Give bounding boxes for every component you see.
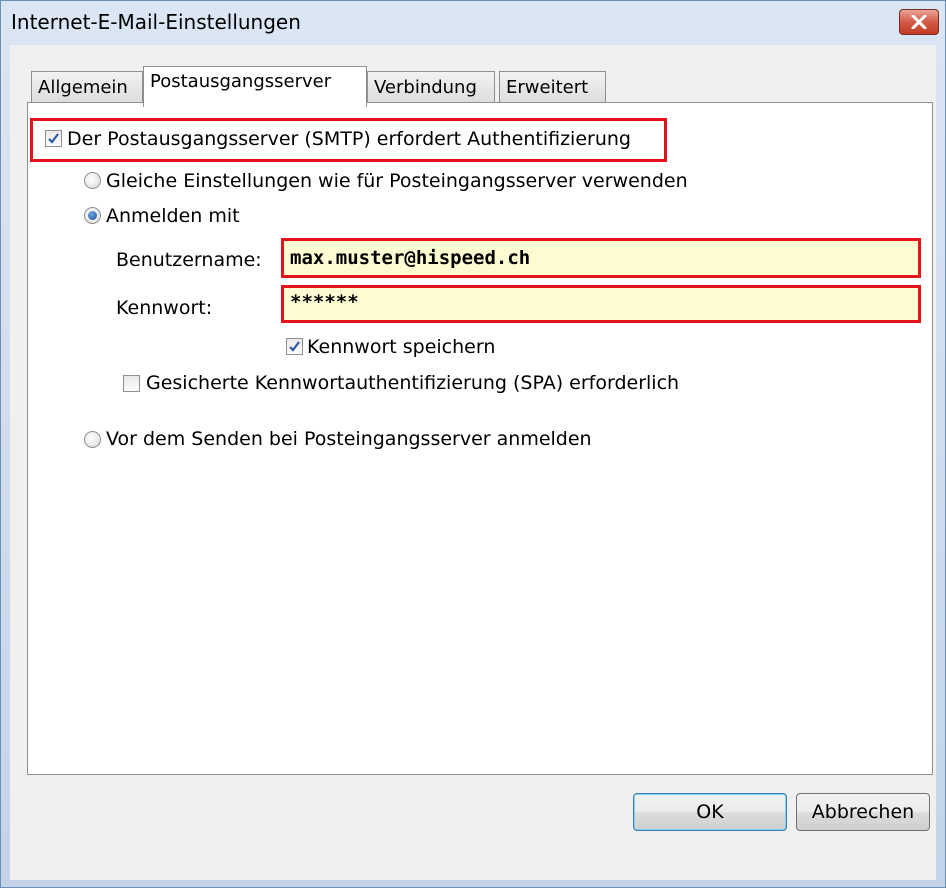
tab-label: Verbindung: [374, 77, 477, 98]
same-settings-radio[interactable]: [84, 172, 101, 189]
spa-label[interactable]: Gesicherte Kennwortauthentifizierung (SP…: [146, 372, 679, 394]
save-password-checkbox[interactable]: [286, 338, 303, 355]
same-settings-label[interactable]: Gleiche Einstellungen wie für Posteingan…: [106, 170, 688, 192]
close-button[interactable]: [899, 9, 939, 35]
close-icon: [911, 15, 927, 29]
password-input[interactable]: ******: [281, 285, 921, 323]
requires-auth-label[interactable]: Der Postausgangsserver (SMTP) erfordert …: [67, 128, 631, 150]
password-label: Kennwort:: [116, 297, 213, 319]
login-before-send-radio[interactable]: [84, 431, 101, 448]
spa-checkbox[interactable]: [123, 375, 140, 392]
dialog-window: Internet-E-Mail-Einstellungen Allgemein …: [0, 0, 946, 888]
window-title: Internet-E-Mail-Einstellungen: [11, 10, 301, 34]
password-value: ******: [290, 291, 359, 313]
tab-label: Allgemein: [38, 77, 128, 98]
ok-button[interactable]: OK: [633, 793, 787, 831]
login-before-send-label[interactable]: Vor dem Senden bei Posteingangsserver an…: [106, 428, 592, 450]
save-password-label[interactable]: Kennwort speichern: [307, 336, 495, 358]
username-value: max.muster@hispeed.ch: [290, 247, 531, 269]
cancel-button[interactable]: Abbrechen: [796, 793, 930, 831]
checkmark-icon: [289, 341, 300, 352]
tab-label: Erweitert: [506, 77, 589, 98]
username-input[interactable]: max.muster@hispeed.ch: [281, 238, 921, 278]
tab-postausgangsserver[interactable]: Postausgangsserver: [143, 66, 367, 107]
login-with-radio[interactable]: [84, 207, 101, 224]
requires-auth-checkbox[interactable]: [45, 130, 62, 147]
title-bar[interactable]: Internet-E-Mail-Einstellungen: [1, 1, 945, 45]
checkmark-icon: [48, 133, 59, 144]
tab-label: Postausgangsserver: [150, 71, 332, 92]
radio-selected-dot: [88, 211, 97, 220]
login-with-label[interactable]: Anmelden mit: [106, 205, 240, 227]
username-label: Benutzername:: [116, 249, 262, 271]
dialog-client: Allgemein Postausgangsserver Verbindung …: [10, 45, 936, 880]
